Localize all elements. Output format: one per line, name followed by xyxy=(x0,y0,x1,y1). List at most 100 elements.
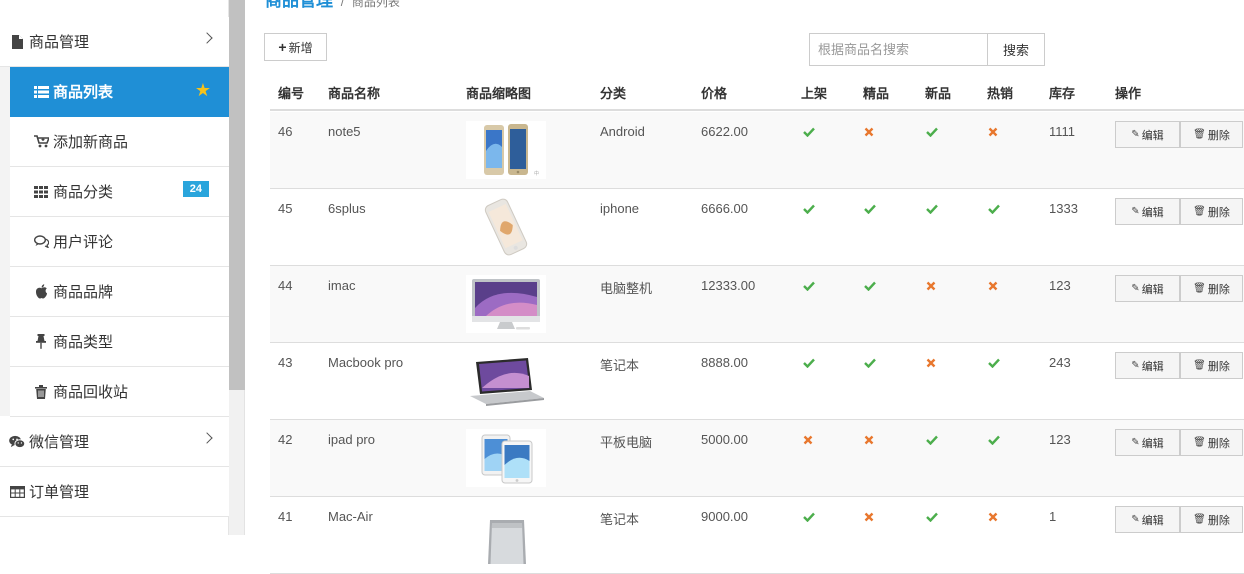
delete-button[interactable]: 🗑︎ 删除 xyxy=(1180,121,1243,148)
trash-icon: 🗑︎ xyxy=(1193,206,1206,217)
edit-button[interactable]: ✎ 编辑 xyxy=(1115,429,1180,456)
sidebar-item-goods-type[interactable]: 商品类型 xyxy=(10,317,229,367)
new-cross-icon[interactable] xyxy=(926,279,936,294)
trash-icon: 🗑︎ xyxy=(1193,129,1206,140)
cell-stock: 123 xyxy=(1049,432,1071,447)
edit-button-label: 编辑 xyxy=(1141,514,1164,527)
svg-text:中: 中 xyxy=(534,170,539,177)
cell-id: 41 xyxy=(278,509,293,524)
submenu-indent-bar xyxy=(0,67,10,416)
best-check-icon[interactable] xyxy=(864,279,876,294)
hot-check-icon[interactable] xyxy=(988,202,1000,217)
delete-button-label: 删除 xyxy=(1207,360,1230,373)
delete-button[interactable]: 🗑︎ 删除 xyxy=(1180,506,1243,533)
on-sale-check-icon[interactable] xyxy=(803,202,815,217)
hot-cross-icon[interactable] xyxy=(988,125,998,140)
hot-cross-icon[interactable] xyxy=(988,279,998,294)
edit-icon: ✎ xyxy=(1131,206,1140,217)
chevron-right-icon xyxy=(201,432,213,444)
cell-price: 6622.00 xyxy=(701,124,748,139)
sidebar-group-goods[interactable]: 商品管理 xyxy=(0,17,229,67)
edit-button[interactable]: ✎ 编辑 xyxy=(1115,121,1180,148)
edit-button-label: 编辑 xyxy=(1141,129,1164,142)
best-check-icon[interactable] xyxy=(864,356,876,371)
hot-cross-icon[interactable] xyxy=(988,510,998,525)
cell-id: 42 xyxy=(278,432,293,447)
hot-check-icon[interactable] xyxy=(988,433,1000,448)
table-icon xyxy=(9,485,25,498)
new-check-icon[interactable] xyxy=(926,125,938,140)
sidebar-item-label: 用户评论 xyxy=(53,234,114,251)
best-cross-icon[interactable] xyxy=(864,125,874,140)
cell-stock: 123 xyxy=(1049,278,1071,293)
new-cross-icon[interactable] xyxy=(926,356,936,371)
sidebar: 商品管理 商品列表 ★ 添加新商品 商品分类 24 用户评论 商品品牌 商品类型… xyxy=(0,0,229,535)
column-header-id: 编号 xyxy=(278,86,305,101)
on-sale-cross-icon[interactable] xyxy=(803,433,813,448)
sidebar-item-label: 商品分类 xyxy=(53,184,114,201)
product-thumbnail xyxy=(466,198,546,256)
sidebar-item-add-goods[interactable]: 添加新商品 xyxy=(10,117,229,167)
comments-icon xyxy=(33,235,49,248)
cell-category: 笔记本 xyxy=(600,358,640,373)
breadcrumb: 商品管理 / 商品列表 xyxy=(265,0,400,12)
sidebar-item-goods-list[interactable]: 商品列表 ★ xyxy=(10,67,229,117)
cell-name: note5 xyxy=(328,124,361,139)
sidebar-group-label: 商品管理 xyxy=(29,34,90,51)
breadcrumb-current: 商品列表 xyxy=(351,0,400,9)
add-button[interactable]: + 新增 xyxy=(264,33,327,61)
delete-button[interactable]: 🗑︎ 删除 xyxy=(1180,429,1243,456)
search-button[interactable]: 搜索 xyxy=(987,33,1045,66)
cell-category: iphone xyxy=(600,201,640,216)
delete-button[interactable]: 🗑︎ 删除 xyxy=(1180,275,1243,302)
edit-button[interactable]: ✎ 编辑 xyxy=(1115,506,1180,533)
search-input[interactable] xyxy=(809,33,988,66)
column-header-new: 新品 xyxy=(925,86,952,101)
on-sale-check-icon[interactable] xyxy=(803,356,815,371)
edit-button[interactable]: ✎ 编辑 xyxy=(1115,198,1180,225)
delete-button[interactable]: 🗑︎ 删除 xyxy=(1180,352,1243,379)
new-check-icon[interactable] xyxy=(926,510,938,525)
edit-button[interactable]: ✎ 编辑 xyxy=(1115,275,1180,302)
sidebar-item-goods-category[interactable]: 商品分类 24 xyxy=(10,167,229,217)
cell-name: Macbook pro xyxy=(328,355,404,370)
on-sale-check-icon[interactable] xyxy=(803,125,815,140)
hot-check-icon[interactable] xyxy=(988,356,1000,371)
table-header: 编号 商品名称 商品缩略图 分类 价格 上架 精品 新品 热销 库存 操作 xyxy=(270,72,1244,111)
sidebar-scrollbar-thumb[interactable] xyxy=(229,0,245,390)
new-check-icon[interactable] xyxy=(926,433,938,448)
cell-price: 12333.00 xyxy=(701,278,756,293)
best-cross-icon[interactable] xyxy=(864,510,874,525)
delete-button[interactable]: 🗑︎ 删除 xyxy=(1180,198,1243,225)
edit-icon: ✎ xyxy=(1131,129,1140,140)
breadcrumb-main[interactable]: 商品管理 xyxy=(265,0,333,10)
column-header-thumb: 商品缩略图 xyxy=(466,86,532,101)
cell-category: 平板电脑 xyxy=(600,435,653,450)
sidebar-item-label: 商品品牌 xyxy=(53,284,114,301)
delete-button-label: 删除 xyxy=(1207,437,1230,450)
edit-button[interactable]: ✎ 编辑 xyxy=(1115,352,1180,379)
cell-stock: 1111 xyxy=(1049,124,1076,139)
best-check-icon[interactable] xyxy=(864,202,876,217)
sidebar-group-wechat[interactable]: 微信管理 xyxy=(0,417,229,467)
sidebar-item-goods-brand[interactable]: 商品品牌 xyxy=(10,267,229,317)
on-sale-check-icon[interactable] xyxy=(803,510,815,525)
table-row: 46 note5 中 Android 6622.00 1111 ✎ 编辑 🗑︎ … xyxy=(270,112,1244,189)
table-row: 43 Macbook pro 笔记本 8888.00 243 ✎ 编辑 🗑︎ 删… xyxy=(270,343,1244,420)
cell-price: 5000.00 xyxy=(701,432,748,447)
product-thumbnail xyxy=(466,506,546,564)
breadcrumb-separator: / xyxy=(340,0,345,9)
on-sale-check-icon[interactable] xyxy=(803,279,815,294)
column-header-stock: 库存 xyxy=(1049,86,1076,101)
new-check-icon[interactable] xyxy=(926,202,938,217)
star-icon[interactable]: ★ xyxy=(195,81,211,99)
table-row: 41 Mac-Air 笔记本 9000.00 1 ✎ 编辑 🗑︎ 删除 xyxy=(270,497,1244,574)
sidebar-item-user-comments[interactable]: 用户评论 xyxy=(10,217,229,267)
best-cross-icon[interactable] xyxy=(864,433,874,448)
product-thumbnail xyxy=(466,352,546,410)
cell-id: 46 xyxy=(278,124,293,139)
product-thumbnail: 中 xyxy=(466,121,546,179)
delete-button-label: 删除 xyxy=(1207,129,1230,142)
sidebar-group-orders[interactable]: 订单管理 xyxy=(0,467,229,517)
sidebar-item-goods-recycle[interactable]: 商品回收站 xyxy=(10,367,229,417)
